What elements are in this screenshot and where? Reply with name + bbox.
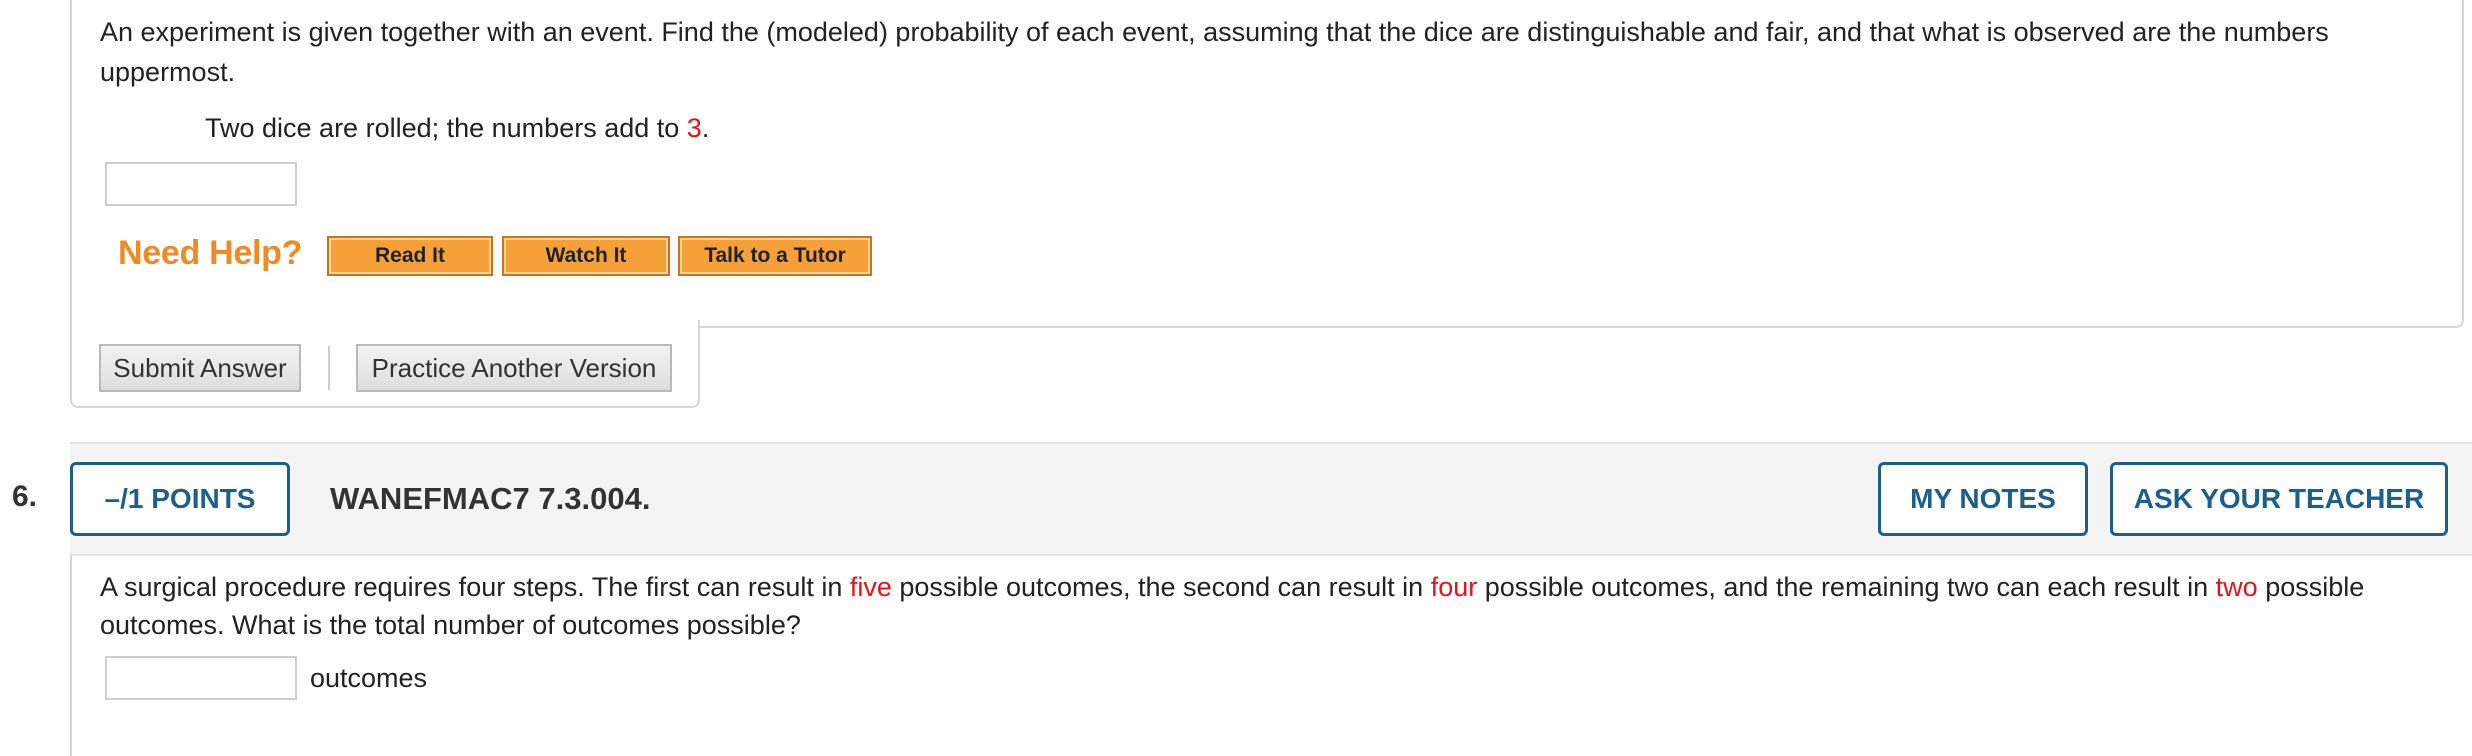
talk-to-tutor-button[interactable]: Talk to a Tutor (678, 236, 872, 276)
points-button[interactable]: –/1 POINTS (70, 462, 290, 536)
event-text: Two dice are rolled; the numbers add to (205, 113, 687, 143)
watch-it-button[interactable]: Watch It (502, 236, 670, 276)
question-5-event: Two dice are rolled; the numbers add to … (205, 108, 709, 148)
value-two: two (2215, 572, 2258, 602)
event-value: 3 (686, 113, 702, 143)
read-it-button[interactable]: Read It (327, 236, 493, 276)
value-five: five (849, 572, 892, 602)
question-6-prompt: A surgical procedure requires four steps… (100, 572, 2365, 640)
ask-your-teacher-button[interactable]: ASK YOUR TEACHER (2110, 462, 2448, 536)
button-separator (328, 346, 330, 390)
question-6-answer-input[interactable] (105, 656, 297, 700)
question-5-answer-input[interactable] (105, 162, 297, 206)
my-notes-button[interactable]: MY NOTES (1878, 462, 2088, 536)
question-5-prompt: An experiment is given together with an … (100, 17, 2329, 87)
need-help-label: Need Help? (118, 234, 303, 272)
question-6-number: 6. (12, 480, 38, 513)
answer-unit-label: outcomes (310, 663, 428, 693)
value-four: four (1430, 572, 1478, 602)
event-suffix: . (701, 113, 710, 143)
submit-answer-button[interactable]: Submit Answer (99, 344, 301, 392)
practice-another-version-button[interactable]: Practice Another Version (356, 344, 672, 392)
question-6-id: WANEFMAC7 7.3.004. (330, 481, 651, 516)
